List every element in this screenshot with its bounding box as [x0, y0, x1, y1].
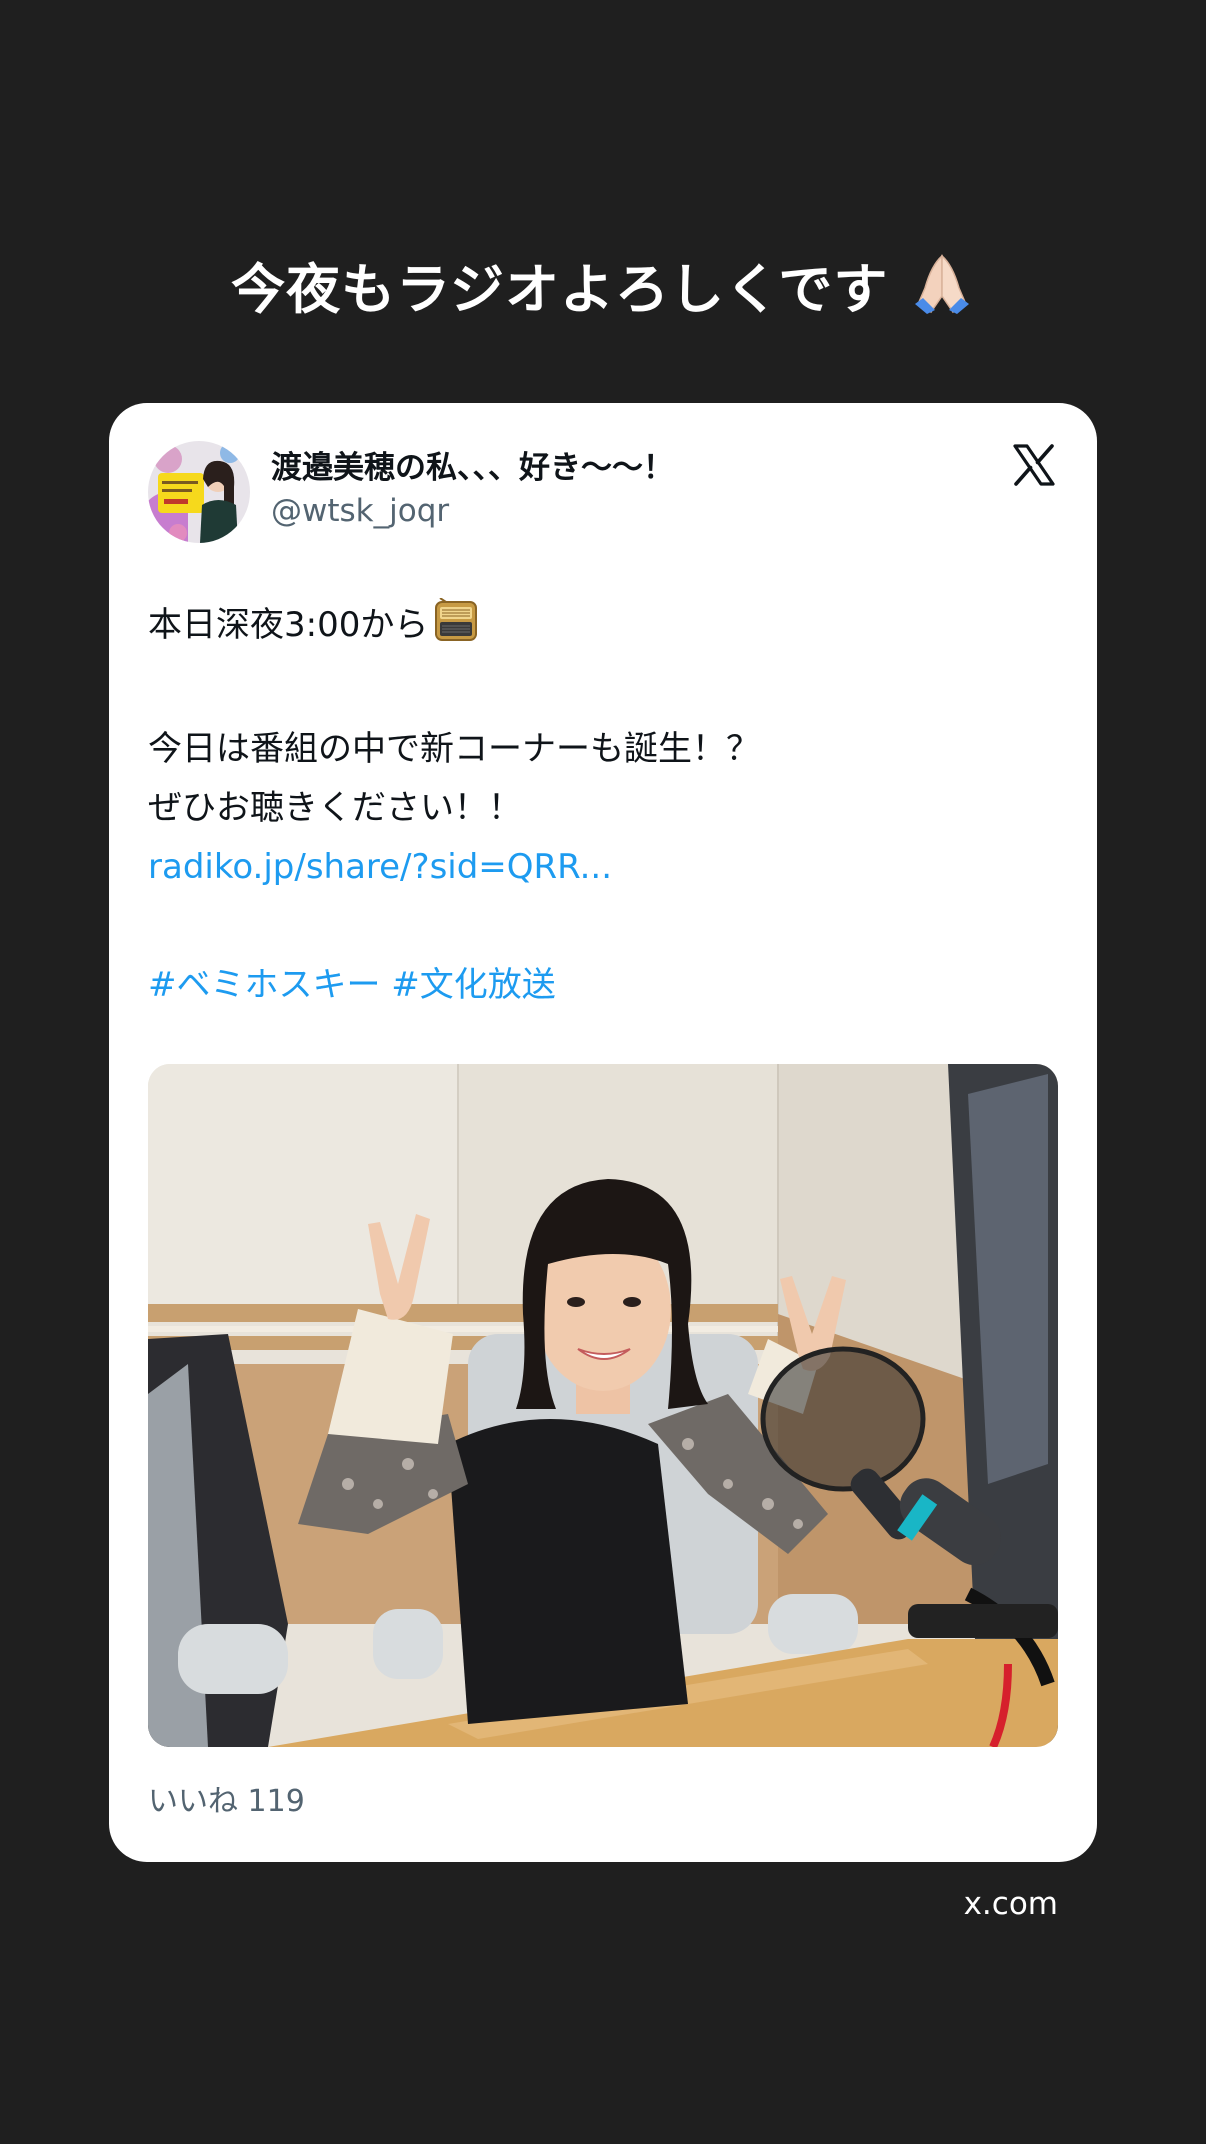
display-name[interactable]: 渡邉美穂の私、、、好き〜〜！	[271, 448, 674, 488]
tweet-photo[interactable]	[148, 1064, 1058, 1747]
tweet-text: 本日深夜3:00から 今日は番組の中で新コーナーも誕生！？ ぜひお聴きください！…	[148, 596, 1058, 1015]
tweet-line: 本日深夜3:00から	[148, 596, 1058, 661]
radio-icon	[432, 597, 480, 661]
folded-hands-icon	[888, 254, 975, 322]
source-label[interactable]: x.com	[950, 1884, 1058, 1924]
radiko-link[interactable]: radiko.jp/share/?sid=QRR...	[148, 838, 1058, 897]
avatar[interactable]	[148, 441, 250, 543]
caption-text: 今夜もラジオよろしくです	[231, 258, 889, 321]
tweet-line: ぜひお聴きください！！	[148, 788, 522, 828]
tweet-line: 今日は番組の中で新コーナーも誕生！？	[148, 729, 760, 769]
user-handle[interactable]: @wtsk_joqr	[271, 491, 449, 531]
like-count: いいね 119	[148, 1784, 305, 1819]
hashtags[interactable]: #ベミホスキー #文化放送	[148, 956, 1058, 1015]
x-logo-icon[interactable]	[1012, 443, 1056, 487]
story-caption: 今夜もラジオよろしくです	[0, 250, 1206, 330]
tweet-card[interactable]: 渡邉美穂の私、、、好き〜〜！ @wtsk_joqr 本日深夜3:00から 今日は…	[109, 403, 1097, 1862]
